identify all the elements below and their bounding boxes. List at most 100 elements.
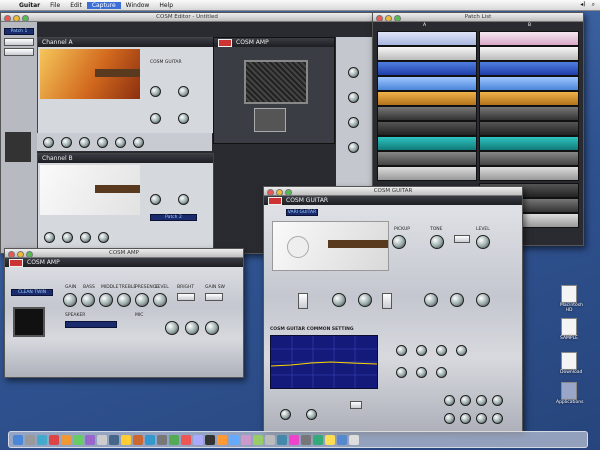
menu-app-name[interactable]: Guitar — [14, 2, 45, 9]
knob[interactable] — [150, 113, 161, 124]
knob[interactable] — [348, 67, 359, 78]
knob[interactable] — [476, 413, 487, 424]
window-controls[interactable] — [267, 188, 292, 196]
knob[interactable] — [460, 395, 471, 406]
knob[interactable] — [178, 86, 189, 97]
knob[interactable] — [444, 413, 455, 424]
toggle-button[interactable] — [454, 235, 470, 243]
knob[interactable] — [115, 137, 126, 148]
app-icon[interactable] — [277, 434, 287, 445]
knob[interactable] — [97, 137, 108, 148]
menu-window[interactable]: Window — [121, 2, 155, 9]
app-icon[interactable] — [49, 434, 59, 445]
rack-unit[interactable] — [377, 121, 477, 136]
knob[interactable] — [436, 367, 447, 378]
gain-knob[interactable] — [63, 293, 77, 307]
tone-knob[interactable] — [430, 235, 444, 249]
knob[interactable] — [44, 232, 55, 243]
app-icon[interactable] — [169, 434, 179, 445]
app-icon[interactable] — [325, 434, 335, 445]
rack-unit[interactable] — [377, 31, 477, 46]
rack-unit[interactable] — [479, 106, 579, 121]
knob[interactable] — [43, 137, 54, 148]
rack-unit[interactable] — [479, 31, 579, 46]
volume-icon[interactable]: ◂) — [580, 1, 585, 9]
knob[interactable] — [476, 395, 487, 406]
rack-unit[interactable] — [479, 76, 579, 91]
app-icon[interactable] — [97, 434, 107, 445]
rack-unit[interactable] — [377, 106, 477, 121]
app-icon[interactable] — [217, 434, 227, 445]
spotlight-icon[interactable]: ⌕ — [592, 1, 595, 9]
knob[interactable] — [178, 113, 189, 124]
knob[interactable] — [98, 232, 109, 243]
gain-switch[interactable] — [205, 293, 223, 301]
knob[interactable] — [133, 137, 144, 148]
editor-titlebar[interactable]: COSM Editor - Untitled — [1, 13, 373, 22]
app-icon[interactable] — [289, 434, 299, 445]
patch-list-titlebar[interactable]: Patch List — [373, 13, 583, 22]
knob[interactable] — [492, 395, 503, 406]
knob[interactable] — [476, 293, 490, 307]
knob[interactable] — [348, 142, 359, 153]
cosm-amp-titlebar[interactable]: COSM AMP — [5, 249, 243, 258]
app-icon[interactable] — [205, 434, 215, 445]
app-icon[interactable] — [265, 434, 275, 445]
amp-type-display[interactable]: CLEAN TWIN — [11, 289, 53, 296]
app-icon[interactable] — [241, 434, 251, 445]
knob[interactable] — [424, 293, 438, 307]
rack-unit[interactable] — [377, 76, 477, 91]
knob[interactable] — [348, 117, 359, 128]
app-icon[interactable] — [73, 434, 83, 445]
rack-unit[interactable] — [479, 46, 579, 61]
mic-distance-knob[interactable] — [185, 321, 199, 335]
knob[interactable] — [416, 367, 427, 378]
knob[interactable] — [358, 293, 372, 307]
app-icon[interactable] — [145, 434, 155, 445]
app-icon[interactable] — [133, 434, 143, 445]
app-icon[interactable] — [109, 434, 119, 445]
app-icon[interactable] — [157, 434, 167, 445]
middle-knob[interactable] — [99, 293, 113, 307]
knob[interactable] — [61, 137, 72, 148]
knob[interactable] — [460, 413, 471, 424]
cosm-guitar-titlebar[interactable]: COSM GUITAR — [264, 187, 522, 196]
knob[interactable] — [150, 194, 161, 205]
level-knob[interactable] — [153, 293, 167, 307]
button[interactable] — [350, 401, 362, 409]
rack-unit[interactable] — [377, 136, 477, 151]
knob[interactable] — [492, 413, 503, 424]
menu-file[interactable]: File — [45, 2, 65, 9]
window-controls[interactable] — [8, 250, 33, 258]
bass-knob[interactable] — [81, 293, 95, 307]
knob[interactable] — [396, 345, 407, 356]
desktop-icon-applications[interactable]: Applications — [556, 382, 584, 405]
rack-unit[interactable] — [479, 121, 579, 136]
rack-unit[interactable] — [377, 151, 477, 166]
knob[interactable] — [444, 395, 455, 406]
desktop-icon-hd[interactable]: Macintosh HD — [560, 285, 583, 313]
rack-unit[interactable] — [377, 61, 477, 76]
knob[interactable] — [306, 409, 317, 420]
desktop-icon-download[interactable]: Download — [560, 352, 582, 375]
app-icon[interactable] — [181, 434, 191, 445]
knob[interactable] — [450, 293, 464, 307]
knob[interactable] — [456, 345, 467, 356]
rack-unit[interactable] — [479, 136, 579, 151]
app-icon[interactable] — [85, 434, 95, 445]
app-icon[interactable] — [313, 434, 323, 445]
knob[interactable] — [178, 194, 189, 205]
sidebar-button-2[interactable] — [4, 48, 34, 56]
desktop-icon-sample[interactable]: SAMPLE — [560, 318, 578, 341]
presence-knob[interactable] — [135, 293, 149, 307]
guitar-type-display[interactable]: VARI GUITAR — [286, 209, 318, 216]
menu-help[interactable]: Help — [154, 2, 178, 9]
window-controls[interactable] — [376, 14, 401, 22]
knob[interactable] — [150, 86, 161, 97]
knob[interactable] — [396, 367, 407, 378]
app-icon[interactable] — [121, 434, 131, 445]
selector-switch[interactable] — [298, 293, 308, 309]
rack-unit[interactable] — [479, 61, 579, 76]
knob[interactable] — [280, 409, 291, 420]
app-icon[interactable] — [301, 434, 311, 445]
